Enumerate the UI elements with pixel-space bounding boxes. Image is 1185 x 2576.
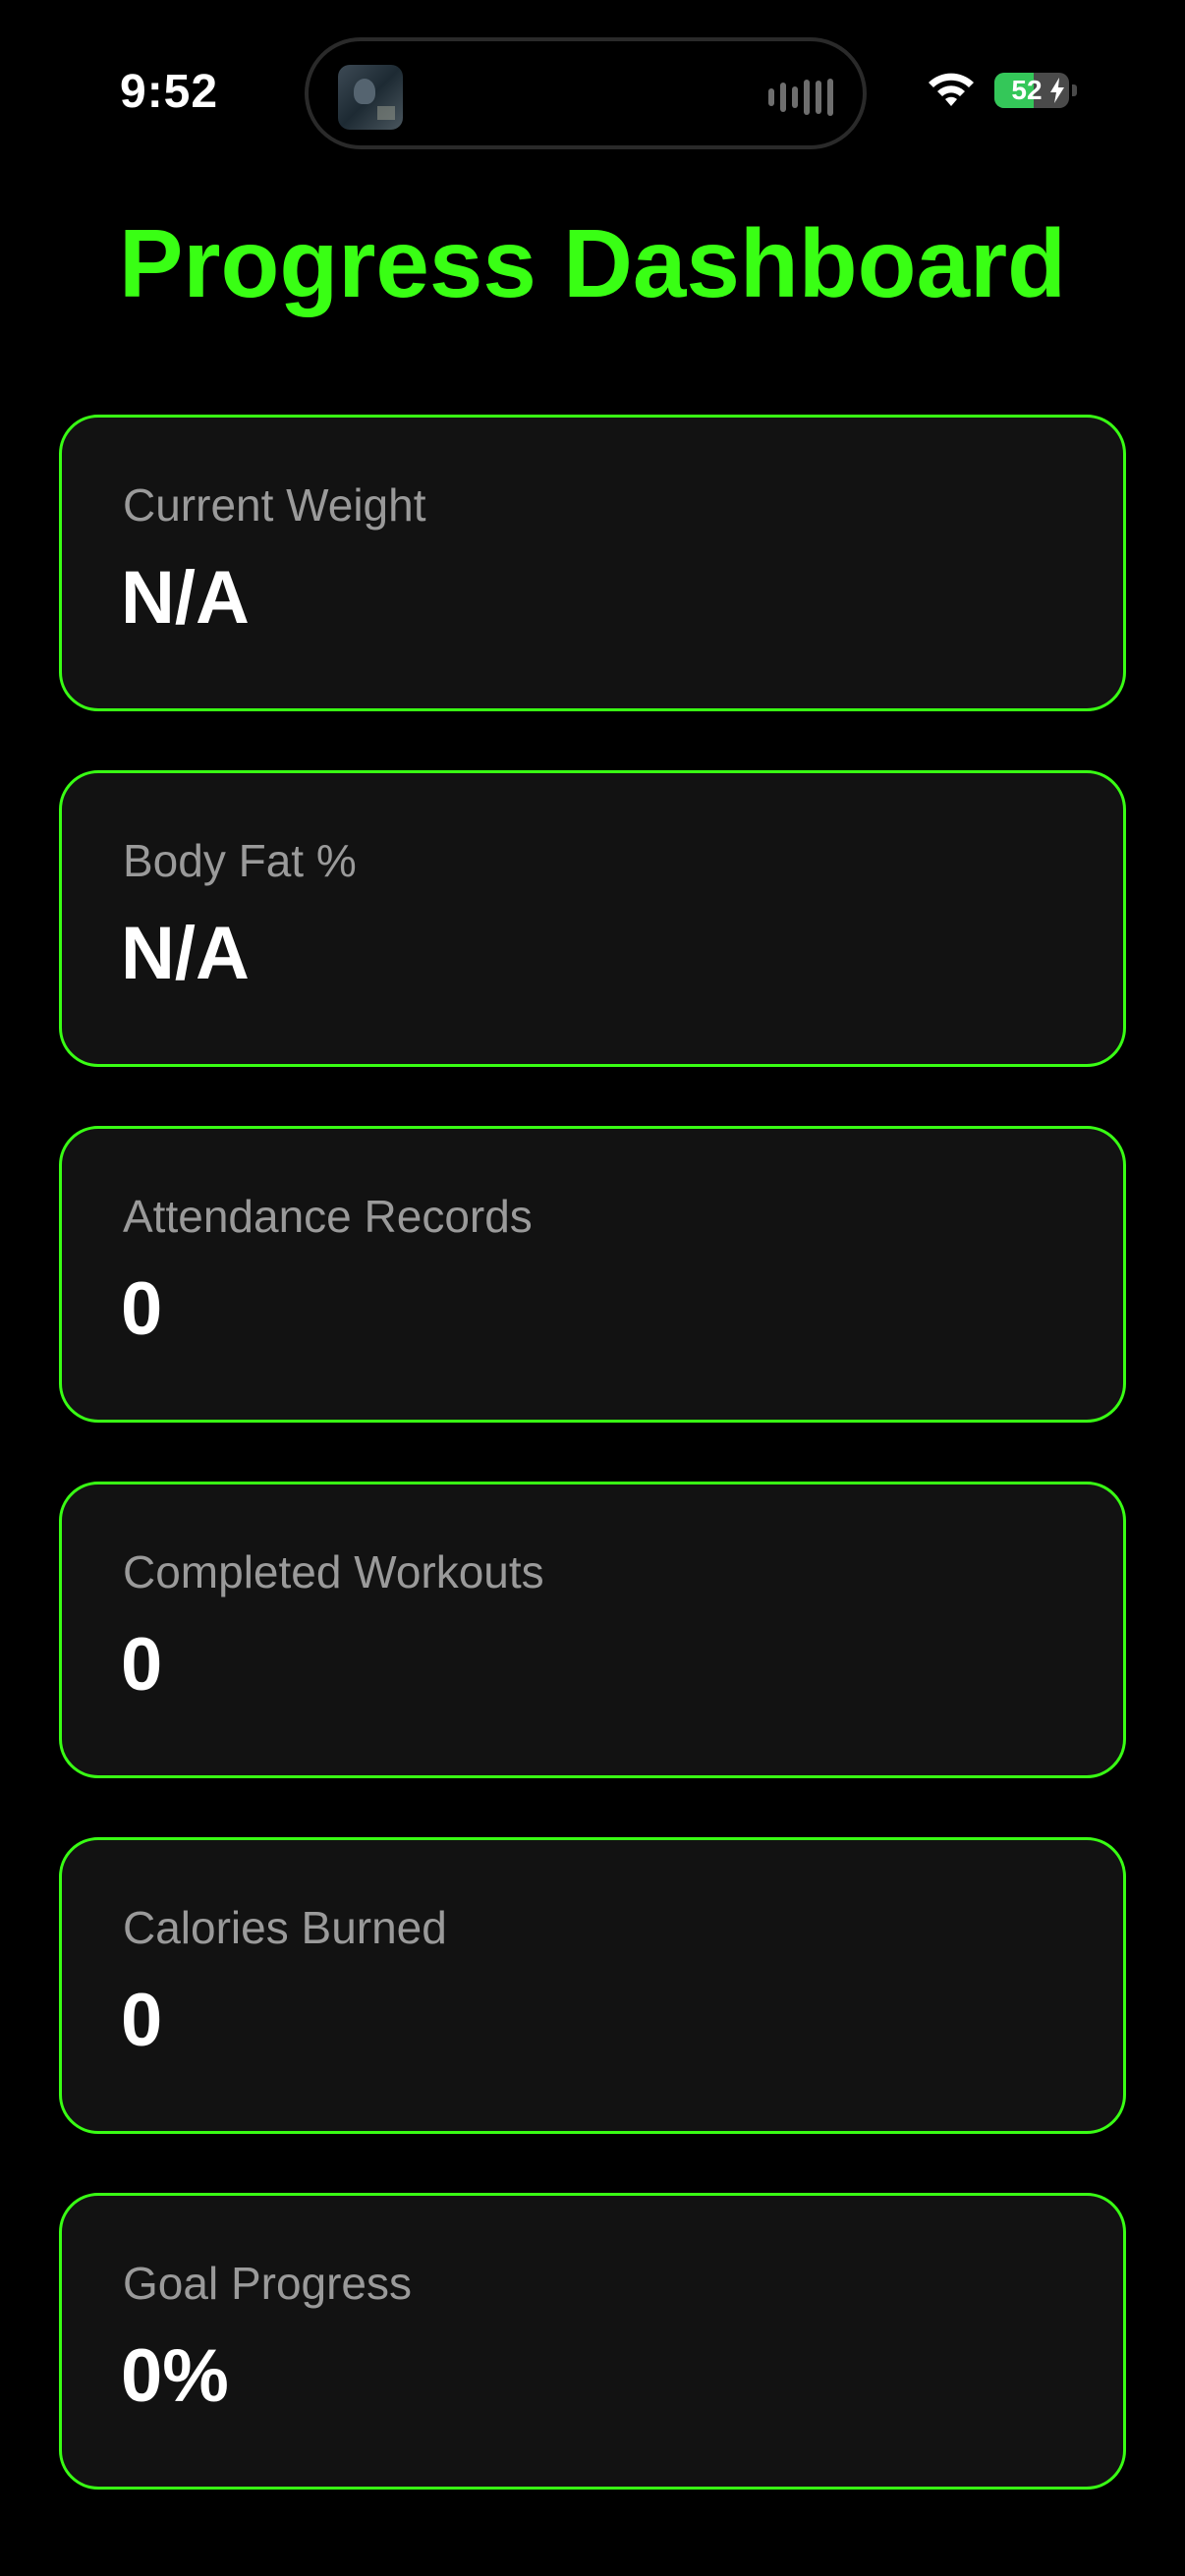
waveform-icon: [768, 79, 833, 116]
card-body-fat[interactable]: Body Fat % N/A: [59, 770, 1126, 1067]
card-value: 0: [121, 1623, 163, 1707]
card-goal-progress[interactable]: Goal Progress 0%: [59, 2193, 1126, 2490]
charging-bolt-icon: [1050, 78, 1064, 103]
card-value: N/A: [121, 912, 250, 995]
card-label: Completed Workouts: [123, 1546, 544, 1597]
page-title: Progress Dashboard: [119, 209, 1066, 317]
stats-card-list: Current Weight N/A Body Fat % N/A Attend…: [59, 415, 1126, 2548]
card-value: 0: [121, 1267, 163, 1351]
battery-indicator: 52: [994, 73, 1077, 108]
card-label: Current Weight: [123, 479, 426, 531]
card-label: Calories Burned: [123, 1902, 447, 1953]
battery-cap: [1072, 84, 1077, 96]
card-value: 0%: [121, 2334, 229, 2418]
card-value: 0: [121, 1979, 163, 2062]
card-completed-workouts[interactable]: Completed Workouts 0: [59, 1482, 1126, 1778]
status-bar: 9:52 52: [0, 0, 1185, 187]
card-calories-burned[interactable]: Calories Burned 0: [59, 1837, 1126, 2134]
card-value: N/A: [121, 556, 250, 640]
card-current-weight[interactable]: Current Weight N/A: [59, 415, 1126, 711]
card-attendance-records[interactable]: Attendance Records 0: [59, 1126, 1126, 1423]
card-label: Body Fat %: [123, 835, 357, 886]
status-time: 9:52: [120, 66, 219, 118]
album-art-icon[interactable]: [338, 65, 403, 130]
card-label: Goal Progress: [123, 2258, 413, 2309]
card-label: Attendance Records: [123, 1191, 533, 1242]
status-indicators: 52: [926, 71, 1077, 110]
dynamic-island[interactable]: [305, 37, 867, 149]
wifi-icon: [929, 73, 974, 106]
